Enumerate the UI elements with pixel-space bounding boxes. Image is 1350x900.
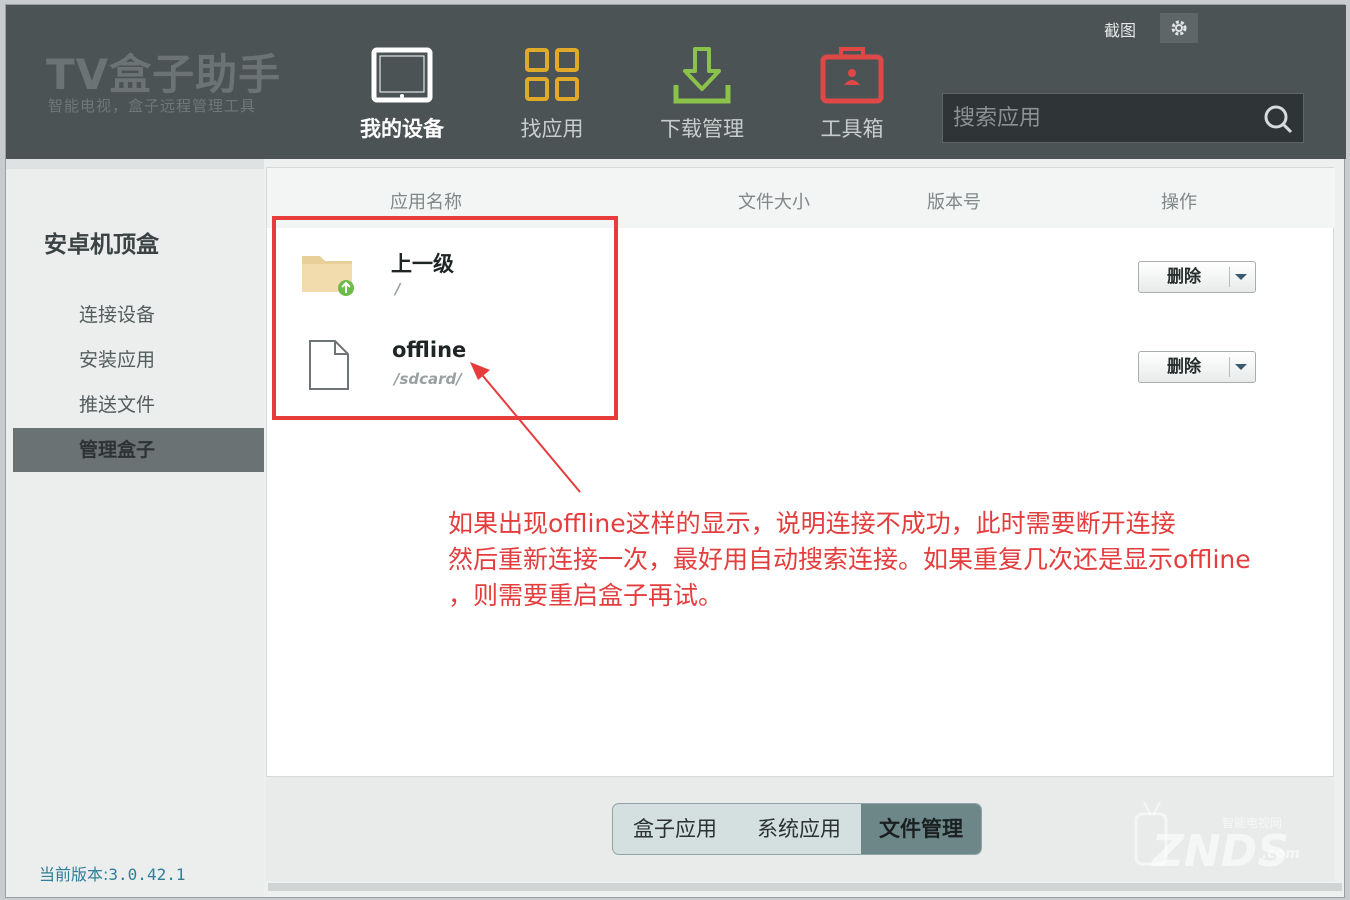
sidebar: 安卓机顶盒 连接设备 安装应用 推送文件 管理盒子 当前版本:3.0.42.1 [6,159,264,897]
column-header-file-size: 文件大小 [738,192,810,213]
nav-label: 我的设备 [360,117,444,141]
table-header: 应用名称 文件大小 版本号 操作 [267,168,1335,228]
button-divider [1229,267,1230,287]
annotation-arrow-icon [470,362,581,493]
sidebar-title: 安卓机顶盒 [44,232,159,258]
button-divider [1229,357,1230,377]
nav-toolbox[interactable]: 工具箱 [792,45,912,155]
row-path: / [395,280,401,298]
annotation-line: ，则需要重启盒子再试。 [448,581,724,610]
download-icon [673,47,731,104]
watermark-domain: .com [1262,846,1300,862]
annotation-line: 如果出现offline这样的显示，说明连接不成功，此时需要断开连接 [448,509,1176,538]
row-name: offline [392,338,467,362]
delete-button[interactable]: 删除 [1138,351,1256,383]
annotation-text: 如果出现offline这样的显示，说明连接不成功，此时需要断开连接 然后重新连接… [448,506,1343,614]
tab-system-apps[interactable]: 系统应用 [737,804,861,854]
tab-file-manager[interactable]: 文件管理 [861,804,981,854]
toolbox-icon [820,47,884,104]
nav-label: 找应用 [520,117,584,141]
column-header-version: 版本号 [927,192,981,213]
delete-button-label: 删除 [1167,357,1201,377]
column-header-actions: 操作 [1161,192,1197,213]
logo-subtitle: 智能电视，盒子远程管理工具 [48,97,257,115]
view-tabs: 盒子应用 系统应用 文件管理 [612,803,982,855]
horizontal-scrollbar[interactable] [268,883,1342,891]
sidebar-item-push-file[interactable]: 推送文件 [13,383,264,427]
version-info: 当前版本:3.0.42.1 [39,861,185,885]
search-icon[interactable] [1263,104,1293,134]
nav-find-apps[interactable]: 找应用 [492,45,612,155]
delete-button-label: 删除 [1167,267,1201,287]
tab-box-apps[interactable]: 盒子应用 [613,804,737,854]
search-input[interactable] [943,94,1243,142]
version-label: 当前版本: [39,865,109,884]
column-header-app-name: 应用名称 [390,192,462,213]
version-value: 3.0.42.1 [108,865,186,884]
nav-download-manager[interactable]: 下载管理 [642,45,762,155]
sidebar-item-install-app[interactable]: 安装应用 [13,338,264,382]
tablet-icon [371,47,433,103]
folder-up-icon [302,256,354,296]
chevron-down-icon[interactable] [1235,364,1247,370]
screenshot-button[interactable]: 截图 [1104,17,1136,41]
nav-label: 下载管理 [660,117,744,141]
file-icon [309,340,349,390]
sidebar-item-connect-device[interactable]: 连接设备 [13,293,264,337]
settings-button[interactable] [1160,13,1198,43]
delete-button[interactable]: 删除 [1138,261,1256,293]
header: TV盒子助手 智能电视，盒子远程管理工具 我的设备 找应用 下载管理 工具箱 截… [6,5,1346,159]
sidebar-item-manage-box[interactable]: 管理盒子 [13,428,264,472]
file-list-panel: 应用名称 文件大小 版本号 操作 上一级 / 删除 offline /sdcar… [266,167,1335,777]
row-path: /sdcard/ [394,370,462,388]
row-name: 上一级 [391,252,454,276]
nav-label: 工具箱 [820,117,884,141]
gear-icon [1171,20,1187,36]
annotation-line: 然后重新连接一次，最好用自动搜索连接。如果重复几次还是显示offline [448,545,1251,574]
chevron-down-icon[interactable] [1235,274,1247,280]
search-box [942,93,1304,143]
app-window: TV盒子助手 智能电视，盒子远程管理工具 我的设备 找应用 下载管理 工具箱 截… [5,4,1346,898]
logo-title: TV盒子助手 [46,50,282,99]
nav-my-devices[interactable]: 我的设备 [342,45,462,155]
grid-icon [525,48,579,101]
